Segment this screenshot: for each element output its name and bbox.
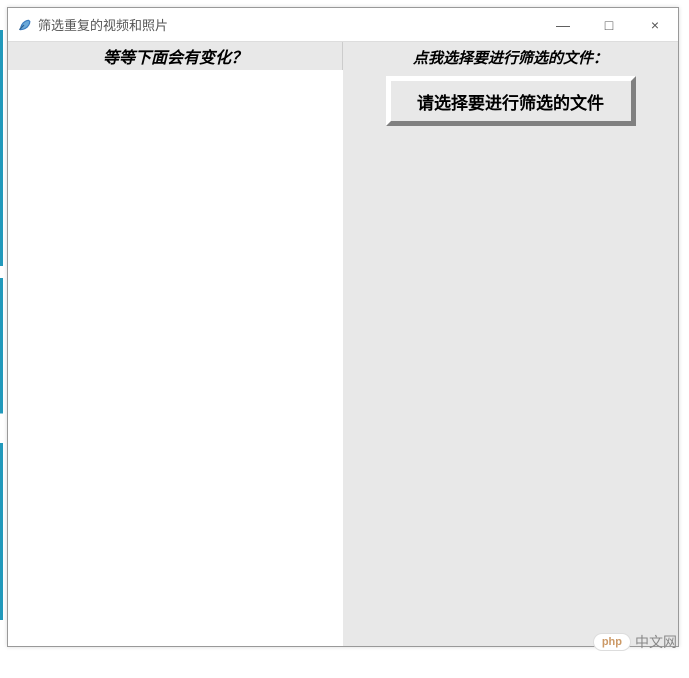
right-pane: 点我选择要进行筛选的文件： 请选择要进行筛选的文件	[343, 42, 678, 646]
app-feather-icon	[16, 17, 32, 33]
left-header-label: 等等下面会有变化？	[8, 42, 343, 70]
app-window: 筛选重复的视频和照片 — □ × 等等下面会有变化？ 点我选择要进行筛选的文件：…	[7, 7, 679, 647]
titlebar-controls: — □ ×	[540, 8, 678, 41]
select-files-button-label: 请选择要进行筛选的文件	[417, 89, 604, 114]
content-area: 等等下面会有变化？ 点我选择要进行筛选的文件： 请选择要进行筛选的文件	[8, 42, 678, 646]
watermark-badge: php	[593, 633, 631, 651]
window-title: 筛选重复的视频和照片	[38, 15, 168, 34]
watermark-text: 中文网	[635, 632, 677, 652]
select-files-button[interactable]: 请选择要进行筛选的文件	[386, 76, 636, 126]
close-button[interactable]: ×	[632, 8, 678, 41]
maximize-button[interactable]: □	[586, 8, 632, 41]
left-pane: 等等下面会有变化？	[8, 42, 343, 646]
left-edge-decoration	[0, 30, 3, 620]
left-result-area	[8, 70, 343, 646]
titlebar[interactable]: 筛选重复的视频和照片 — □ ×	[8, 8, 678, 42]
right-header-label: 点我选择要进行筛选的文件：	[343, 44, 678, 70]
minimize-button[interactable]: —	[540, 8, 586, 41]
watermark: php 中文网	[593, 632, 677, 652]
